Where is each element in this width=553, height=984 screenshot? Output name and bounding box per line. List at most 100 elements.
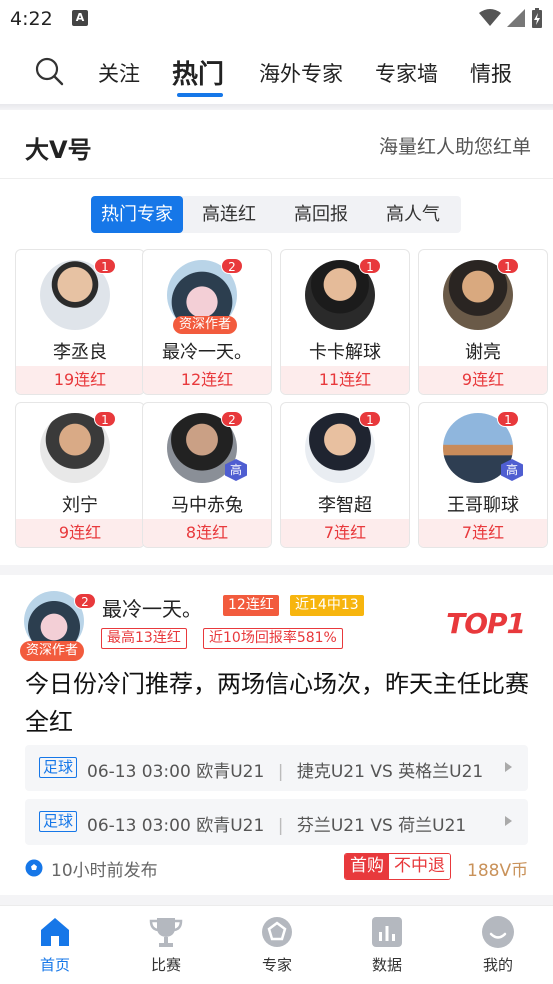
expert-name: 马中赤兔: [171, 495, 243, 516]
expert-filter-segment: 热门专家 高连红 高回报 高人气: [91, 196, 461, 233]
active-tab-indicator: [177, 93, 223, 97]
signal-icon: [507, 9, 525, 27]
tab-home[interactable]: 首页: [15, 914, 95, 975]
segment-high-streak[interactable]: 高连红: [183, 196, 275, 233]
expert-card[interactable]: 1 谢亮 9连红: [418, 249, 548, 395]
section-divider: [0, 178, 553, 179]
count-badge: 1: [497, 258, 519, 274]
separator: |: [277, 762, 284, 782]
segment-high-popularity[interactable]: 高人气: [367, 196, 459, 233]
expert-card[interactable]: 1 李丞良 19连红: [15, 249, 145, 395]
bigv-subtitle[interactable]: 海量红人助您红单: [379, 132, 531, 159]
tab-label: 专家: [261, 956, 292, 974]
expert-name: 王哥聊球: [447, 495, 519, 516]
football-icon: [25, 859, 43, 877]
return-rate-tag: 近10场回报率581%: [203, 628, 343, 649]
count-badge: 2: [221, 411, 243, 427]
tab-profile[interactable]: 我的: [458, 914, 538, 975]
expert-name: 卡卡解球: [309, 342, 381, 363]
status-time: 4:22: [10, 8, 53, 30]
bottom-tab-bar: 首页 比赛 专家 数据 我的: [0, 905, 553, 984]
expert-name: 李智超: [318, 495, 372, 516]
tab-data[interactable]: 数据: [347, 914, 427, 975]
expert-name: 刘宁: [62, 495, 98, 516]
search-icon[interactable]: [34, 56, 64, 86]
wifi-icon: [479, 9, 501, 26]
expert-streak: 19连红: [16, 366, 144, 394]
match-time: 06-13 03:00: [87, 762, 191, 782]
tab-follow[interactable]: 关注: [98, 58, 140, 88]
first-purchase-label: 首购: [345, 854, 389, 879]
sport-tag: 足球: [39, 757, 78, 778]
chevron-right-icon: [505, 816, 512, 826]
expert-name: 李丞良: [53, 342, 107, 363]
match-info: 06-13 03:00 欧青U21 | 芬兰U21 VS 荷兰U21: [87, 811, 466, 836]
publish-time: 10小时前发布: [51, 861, 158, 881]
separator: |: [277, 816, 284, 836]
chevron-right-icon: [505, 762, 512, 772]
tab-label: 首页: [39, 956, 70, 974]
status-bar: 4:22 A: [0, 0, 553, 38]
tab-match[interactable]: 比赛: [126, 914, 206, 975]
hit-rate-tag: 近14中13: [290, 595, 364, 616]
expert-card[interactable]: 2 资深作者 最冷一天。 12连红: [142, 249, 272, 395]
home-team: 芬兰U21: [296, 816, 365, 836]
away-team: 英格兰U21: [398, 762, 484, 782]
count-badge: 1: [94, 411, 116, 427]
status-icons: [479, 8, 543, 28]
purchase-tag[interactable]: 首购 不中退: [344, 853, 451, 880]
expert-card[interactable]: 1 高 王哥聊球 7连红: [418, 402, 548, 548]
home-team: 捷克U21: [296, 762, 365, 782]
tab-intel[interactable]: 情报: [470, 58, 512, 88]
chart-icon: [372, 917, 402, 947]
match-info: 06-13 03:00 欧青U21 | 捷克U21 VS 英格兰U21: [87, 757, 483, 782]
trophy-icon: [149, 918, 183, 947]
expert-streak: 7连红: [281, 519, 409, 547]
bigv-title: 大V号: [25, 136, 92, 164]
tab-label: 我的: [482, 956, 513, 974]
app-notification-icon: A: [72, 10, 88, 26]
battery-icon: [532, 8, 542, 28]
expert-streak: 12连红: [143, 366, 271, 394]
expert-card[interactable]: 1 李智超 7连红: [280, 402, 410, 548]
expert-streak: 11连红: [281, 366, 409, 394]
expert-card[interactable]: 1 卡卡解球 11连红: [280, 249, 410, 395]
tab-expert[interactable]: 专家: [237, 914, 317, 975]
top-navigation: 关注 热门 海外专家 专家墙 情报: [0, 38, 553, 104]
count-badge: 1: [94, 258, 116, 274]
home-icon: [41, 918, 69, 946]
profile-icon: [482, 916, 514, 948]
max-streak-tag: 最高13连红: [101, 628, 187, 649]
expert-card[interactable]: 1 刘宁 9连红: [15, 402, 145, 548]
vs-label: VS: [370, 762, 393, 782]
sport-tag: 足球: [39, 811, 78, 832]
author-name[interactable]: 最冷一天。: [102, 593, 202, 622]
match-row[interactable]: 足球 06-13 03:00 欧青U21 | 芬兰U21 VS 荷兰U21: [25, 799, 528, 845]
match-row[interactable]: 足球 06-13 03:00 欧青U21 | 捷克U21 VS 英格兰U21: [25, 745, 528, 791]
article-card[interactable]: 2 资深作者 最冷一天。 12连红 近14中13 最高13连红 近10场回报率5…: [0, 575, 553, 895]
price: 188V币: [467, 861, 529, 881]
expert-streak: 9连红: [16, 519, 144, 547]
count-badge: 1: [359, 258, 381, 274]
tab-hot[interactable]: 热门: [172, 54, 224, 91]
streak-tag: 12连红: [223, 595, 279, 616]
segment-hot-experts[interactable]: 热门专家: [91, 196, 183, 233]
count-badge: 2: [221, 258, 243, 274]
expert-streak: 8连红: [143, 519, 271, 547]
tab-expert-wall[interactable]: 专家墙: [375, 58, 438, 88]
count-badge: 2: [74, 593, 96, 609]
senior-author-badge: 资深作者: [20, 641, 85, 661]
expert-name: 最冷一天。: [162, 342, 252, 363]
tab-overseas-experts[interactable]: 海外专家: [259, 58, 343, 88]
match-competition: 欧青U21: [196, 762, 265, 782]
segment-high-return[interactable]: 高回报: [275, 196, 367, 233]
refund-label: 不中退: [389, 854, 450, 879]
expert-icon: [262, 917, 292, 947]
count-badge: 1: [359, 411, 381, 427]
tab-label: 数据: [371, 956, 402, 974]
expert-name: 谢亮: [465, 342, 501, 363]
article-title[interactable]: 今日份冷门推荐，两场信心场次，昨天主任比赛全红: [25, 665, 530, 741]
vs-label: VS: [370, 816, 393, 836]
expert-card[interactable]: 2 高 马中赤兔 8连红: [142, 402, 272, 548]
match-time: 06-13 03:00: [87, 816, 191, 836]
